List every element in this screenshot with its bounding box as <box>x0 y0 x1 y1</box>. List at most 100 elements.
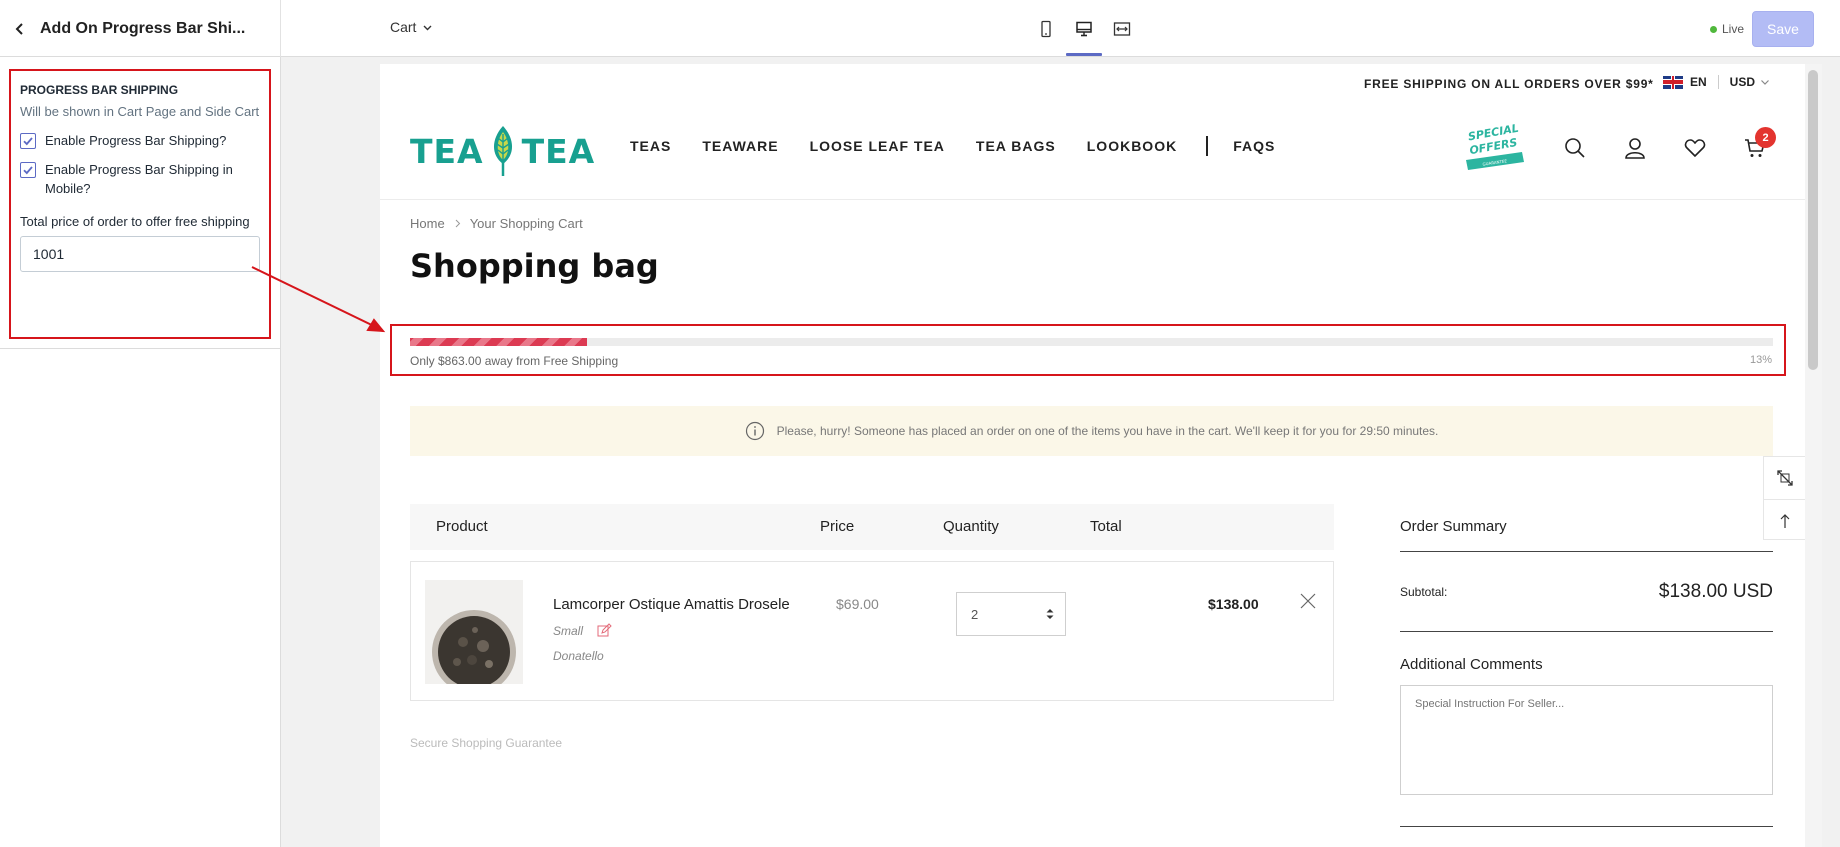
desktop-view-button[interactable] <box>1066 12 1102 56</box>
threshold-label: Total price of order to offer free shipp… <box>20 214 250 229</box>
spinner-arrows-icon[interactable] <box>1045 607 1055 621</box>
subtotal-value: $138.00 USD <box>1658 580 1773 602</box>
special-offers-badge[interactable]: SPECIAL OFFERS GUARANTEE <box>1460 122 1528 174</box>
wishlist-button[interactable] <box>1683 136 1707 160</box>
nav-item-loose-leaf-tea[interactable]: LOOSE LEAF TEA <box>810 138 945 154</box>
expand-horizontal-icon <box>1113 22 1131 36</box>
currency-label: USD <box>1729 75 1756 89</box>
save-button[interactable]: Save <box>1752 11 1814 47</box>
enable-mobile-label: Enable Progress Bar Shipping in Mobile? <box>45 162 233 196</box>
progress-bar-settings-section: PROGRESS BAR SHIPPING Will be shown in C… <box>9 69 271 339</box>
cart-table-header: Product Price Quantity Total <box>410 504 1334 550</box>
cart-count-badge: 2 <box>1755 127 1776 148</box>
mobile-icon <box>1041 20 1051 38</box>
shipping-progress-track <box>410 338 1773 346</box>
settings-sidebar: PROGRESS BAR SHIPPING Will be shown in C… <box>0 57 281 847</box>
heart-icon <box>1684 139 1706 158</box>
search-icon <box>1565 138 1585 158</box>
edit-icon[interactable] <box>597 623 612 638</box>
hurry-message: Please, hurry! Someone has placed an ord… <box>776 424 1439 438</box>
section-heading: PROGRESS BAR SHIPPING <box>20 83 179 97</box>
announcement-bar: FREE SHIPPING ON ALL ORDERS OVER $99* EN… <box>380 64 1805 104</box>
back-button[interactable] <box>0 0 40 57</box>
account-button[interactable] <box>1623 136 1647 160</box>
enable-mobile-checkbox[interactable]: Enable Progress Bar Shipping in Mobile? <box>20 160 260 198</box>
product-variant: Small <box>553 623 612 638</box>
uk-flag-icon <box>1663 75 1683 89</box>
editor-title-area: Add On Progress Bar Shi... <box>0 0 281 57</box>
remove-item-icon[interactable] <box>1299 592 1317 610</box>
column-header-total: Total <box>1090 518 1122 535</box>
breadcrumb-current: Your Shopping Cart <box>469 216 583 231</box>
live-dot-icon <box>1710 25 1717 33</box>
cart-button[interactable]: 2 <box>1743 127 1776 160</box>
resize-arrows-icon <box>1777 470 1793 486</box>
logo-text-right: TEA <box>521 131 596 171</box>
checkbox-checked-icon[interactable] <box>20 133 36 149</box>
page-title: Shopping bag <box>410 247 659 285</box>
mobile-view-button[interactable] <box>1034 12 1058 46</box>
threshold-input[interactable] <box>20 236 260 272</box>
currency-selector[interactable]: USD <box>1730 75 1770 89</box>
breadcrumb: Home Your Shopping Cart <box>410 216 583 231</box>
quantity-value[interactable]: 2 <box>971 607 1045 622</box>
chevron-down-icon <box>423 25 432 30</box>
scrollbar[interactable] <box>1805 64 1822 847</box>
product-name[interactable]: Lamcorper Ostique Amattis Drosele <box>553 596 790 613</box>
subtotal-row: Subtotal: $138.00 USD <box>1400 552 1773 632</box>
shipping-progress-fill <box>410 338 588 346</box>
quantity-stepper[interactable]: 2 <box>956 592 1066 636</box>
compare-button[interactable] <box>1764 457 1806 499</box>
divider <box>0 348 281 349</box>
subtotal-label: Subtotal: <box>1400 584 1448 599</box>
hurry-notice: Please, hurry! Someone has placed an ord… <box>410 406 1773 456</box>
enable-progress-bar-checkbox[interactable]: Enable Progress Bar Shipping? <box>20 131 260 150</box>
nav-item-lookbook[interactable]: LOOKBOOK <box>1087 138 1177 154</box>
divider <box>1400 826 1773 827</box>
fullscreen-view-button[interactable] <box>1110 12 1134 46</box>
tea-leaves-image <box>425 580 523 684</box>
search-button[interactable] <box>1563 136 1587 160</box>
enable-progress-bar-label: Enable Progress Bar Shipping? <box>45 133 227 148</box>
checkbox-checked-icon[interactable] <box>20 162 36 178</box>
live-label: Live <box>1722 22 1745 36</box>
secure-shopping-label: Secure Shopping Guarantee <box>410 736 563 750</box>
desktop-icon <box>1076 21 1092 37</box>
store-logo[interactable]: TEA TEA <box>410 118 595 184</box>
language-selector[interactable]: EN <box>1690 75 1707 89</box>
announcement-text: FREE SHIPPING ON ALL ORDERS OVER $99* <box>1364 77 1654 91</box>
column-header-product: Product <box>436 518 488 535</box>
shipping-progress-message: Only $863.00 away from Free Shipping <box>410 354 619 368</box>
comments-textarea[interactable] <box>1400 685 1773 795</box>
arrow-up-icon <box>1780 513 1790 528</box>
column-header-price: Price <box>820 518 855 535</box>
variant-label: Small <box>553 623 584 638</box>
chevron-left-icon <box>15 22 23 35</box>
live-status: Live <box>1710 22 1744 36</box>
user-icon <box>1625 138 1645 159</box>
cart-line-item: Lamcorper Ostique Amattis Drosele Small … <box>410 561 1334 701</box>
nav-item-teaware[interactable]: TEAWARE <box>702 138 778 154</box>
page-selector[interactable]: Cart <box>390 19 433 35</box>
chevron-right-icon <box>455 219 460 228</box>
nav-item-tea-bags[interactable]: TEA BAGS <box>976 138 1056 154</box>
page-selector-label: Cart <box>390 19 417 35</box>
column-header-quantity: Quantity <box>943 518 999 535</box>
nav-item-faqs[interactable]: FAQS <box>1233 138 1275 154</box>
scrollbar-thumb[interactable] <box>1808 70 1818 370</box>
order-summary: Order Summary Subtotal: $138.00 USD Addi… <box>1400 504 1773 827</box>
shipping-progress-percent: 13% <box>1749 354 1772 366</box>
product-image[interactable] <box>425 580 523 684</box>
header-icons: 2 <box>1563 127 1776 160</box>
editor-top-bar: Add On Progress Bar Shi... Cart Live Sav… <box>0 0 1840 57</box>
main-nav: TEAS TEAWARE LOOSE LEAF TEA TEA BAGS LOO… <box>630 136 1275 156</box>
divider <box>1717 75 1719 89</box>
chevron-down-icon <box>1761 80 1769 85</box>
nav-item-teas[interactable]: TEAS <box>630 138 671 154</box>
shipping-progress-highlight: Only $863.00 away from Free Shipping 13% <box>390 324 1786 376</box>
logo-text-left: TEA <box>410 131 484 171</box>
breadcrumb-home[interactable]: Home <box>410 216 445 231</box>
comments-title: Additional Comments <box>1400 656 1543 673</box>
nav-divider <box>1206 136 1209 156</box>
language-currency-switcher: EN USD <box>1663 75 1770 89</box>
